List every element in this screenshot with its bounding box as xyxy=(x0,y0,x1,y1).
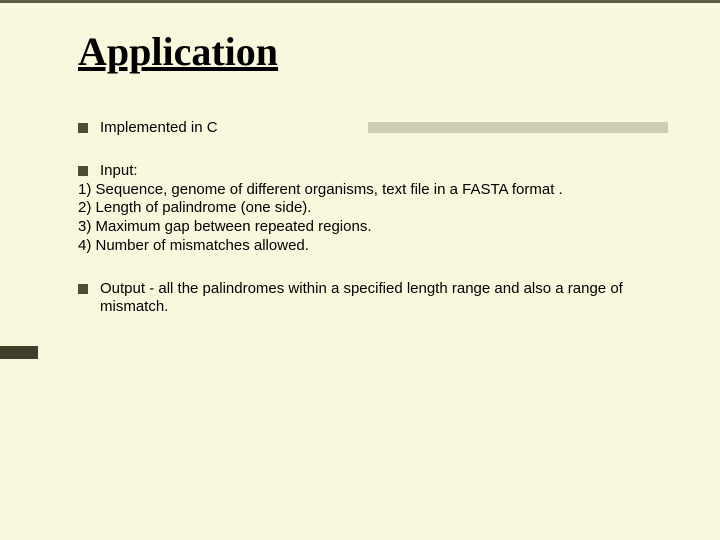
input-list: 1) Sequence, genome of different organis… xyxy=(78,181,680,256)
bullet-text: Implemented in C xyxy=(100,119,680,138)
left-accent-bar xyxy=(0,346,38,359)
bullet-text: Output - all the palindromes within a sp… xyxy=(100,280,680,318)
bullet-input-head: Input: xyxy=(78,162,680,181)
input-item-4: 4) Number of mismatches allowed. xyxy=(78,237,680,256)
slide-title: Application xyxy=(78,28,720,75)
input-item-3: 3) Maximum gap between repeated regions. xyxy=(78,218,680,237)
input-item-1: 1) Sequence, genome of different organis… xyxy=(78,181,680,200)
square-bullet-icon xyxy=(78,123,88,133)
bullet-text: Input: xyxy=(100,162,680,181)
bullet-input-section: Input: 1) Sequence, genome of different … xyxy=(78,162,680,256)
slide: Application Implemented in C Input: 1) S… xyxy=(0,0,720,540)
input-item-2: 2) Length of palindrome (one side). xyxy=(78,199,680,218)
square-bullet-icon xyxy=(78,284,88,294)
bullet-implemented: Implemented in C xyxy=(78,119,680,138)
top-border xyxy=(0,0,720,3)
square-bullet-icon xyxy=(78,166,88,176)
slide-content: Implemented in C Input: 1) Sequence, gen… xyxy=(78,119,680,317)
bullet-output: Output - all the palindromes within a sp… xyxy=(78,280,680,318)
